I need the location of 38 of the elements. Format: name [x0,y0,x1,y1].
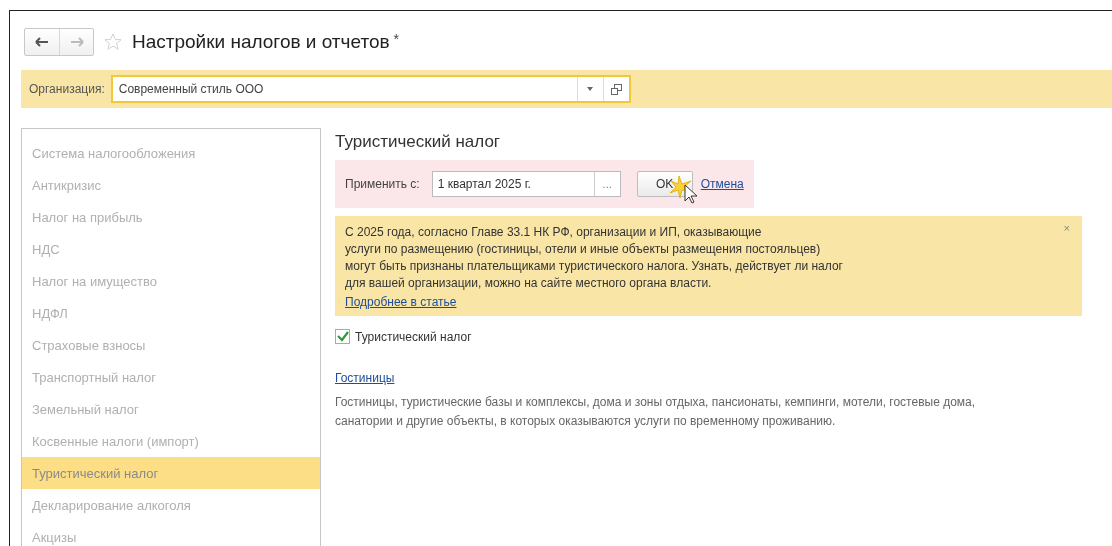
date-field[interactable]: 1 квартал 2025 г. ... [431,171,621,197]
date-value: 1 квартал 2025 г. [436,176,532,193]
open-window-icon [610,83,622,95]
cancel-link[interactable]: Отмена [700,177,744,191]
checkbox-label: Туристический налог [355,329,472,344]
section-title: Туристический налог [335,132,501,152]
notice-text: могут быть признаны плательщиками туристического налога. Узнать, действует ли налог [345,258,843,275]
sidebar-item[interactable]: НДФЛ [22,297,320,329]
close-button[interactable]: × [1063,222,1070,234]
checkbox[interactable] [335,329,350,344]
hotels-link[interactable]: Гостиницы [335,371,395,385]
window-title: Настройки налогов и отчетов * [132,31,399,53]
sidebar-item[interactable]: Антикризис [22,169,320,201]
apply-label: Применить с: [345,177,420,191]
sidebar-item[interactable]: Земельный налог [22,393,320,425]
sidebar-item[interactable]: Налог на прибыль [22,201,320,233]
sidebar-item[interactable]: Налог на имущество [22,265,320,297]
sidebar-item[interactable]: Система налогообложения [22,137,320,169]
article-link[interactable]: Подробнее в статье [345,295,457,309]
sidebar-item[interactable]: Косвенные налоги (импорт) [22,425,320,457]
sidebar-item[interactable]: Страховые взносы [22,329,320,361]
hotels-description: Гостиницы, туристические базы и комплексы, дома и зоны отдыха, пансионаты, кемпинги, мотели, гостевые дома, санатории и другие объекты, в которых оказываются услуги по временному проживанию. [335,394,977,430]
organization-value: Современный стиль ООО [117,82,265,96]
sidebar-item[interactable]: НДС [22,233,320,265]
check-icon [336,331,349,342]
notice-text: услуги по размещению (гостиницы, отели и иные объекты размещения постояльцев) [345,241,821,258]
star-icon[interactable] [104,33,122,51]
organization-label: Организация: [29,82,105,96]
notice-text: С 2025 года, согласно Главе 33.1 НК РФ, организации и ИП, оказывающие [345,224,762,241]
sidebar-item[interactable]: Туристический налог [22,457,320,489]
sidebar-item[interactable]: Транспортный налог [22,361,320,393]
sidebar-item[interactable]: Декларирование алкоголя [22,489,320,521]
organization-field[interactable]: Современный стиль ООО [110,75,631,103]
forward-arrow-icon [69,37,84,47]
notice-text: для вашей организации, можно на сайте местного органа власти. [345,275,712,292]
sidebar-item[interactable]: Акцизы [22,521,320,546]
back-arrow-icon [35,37,49,47]
caret-icon [587,87,594,91]
